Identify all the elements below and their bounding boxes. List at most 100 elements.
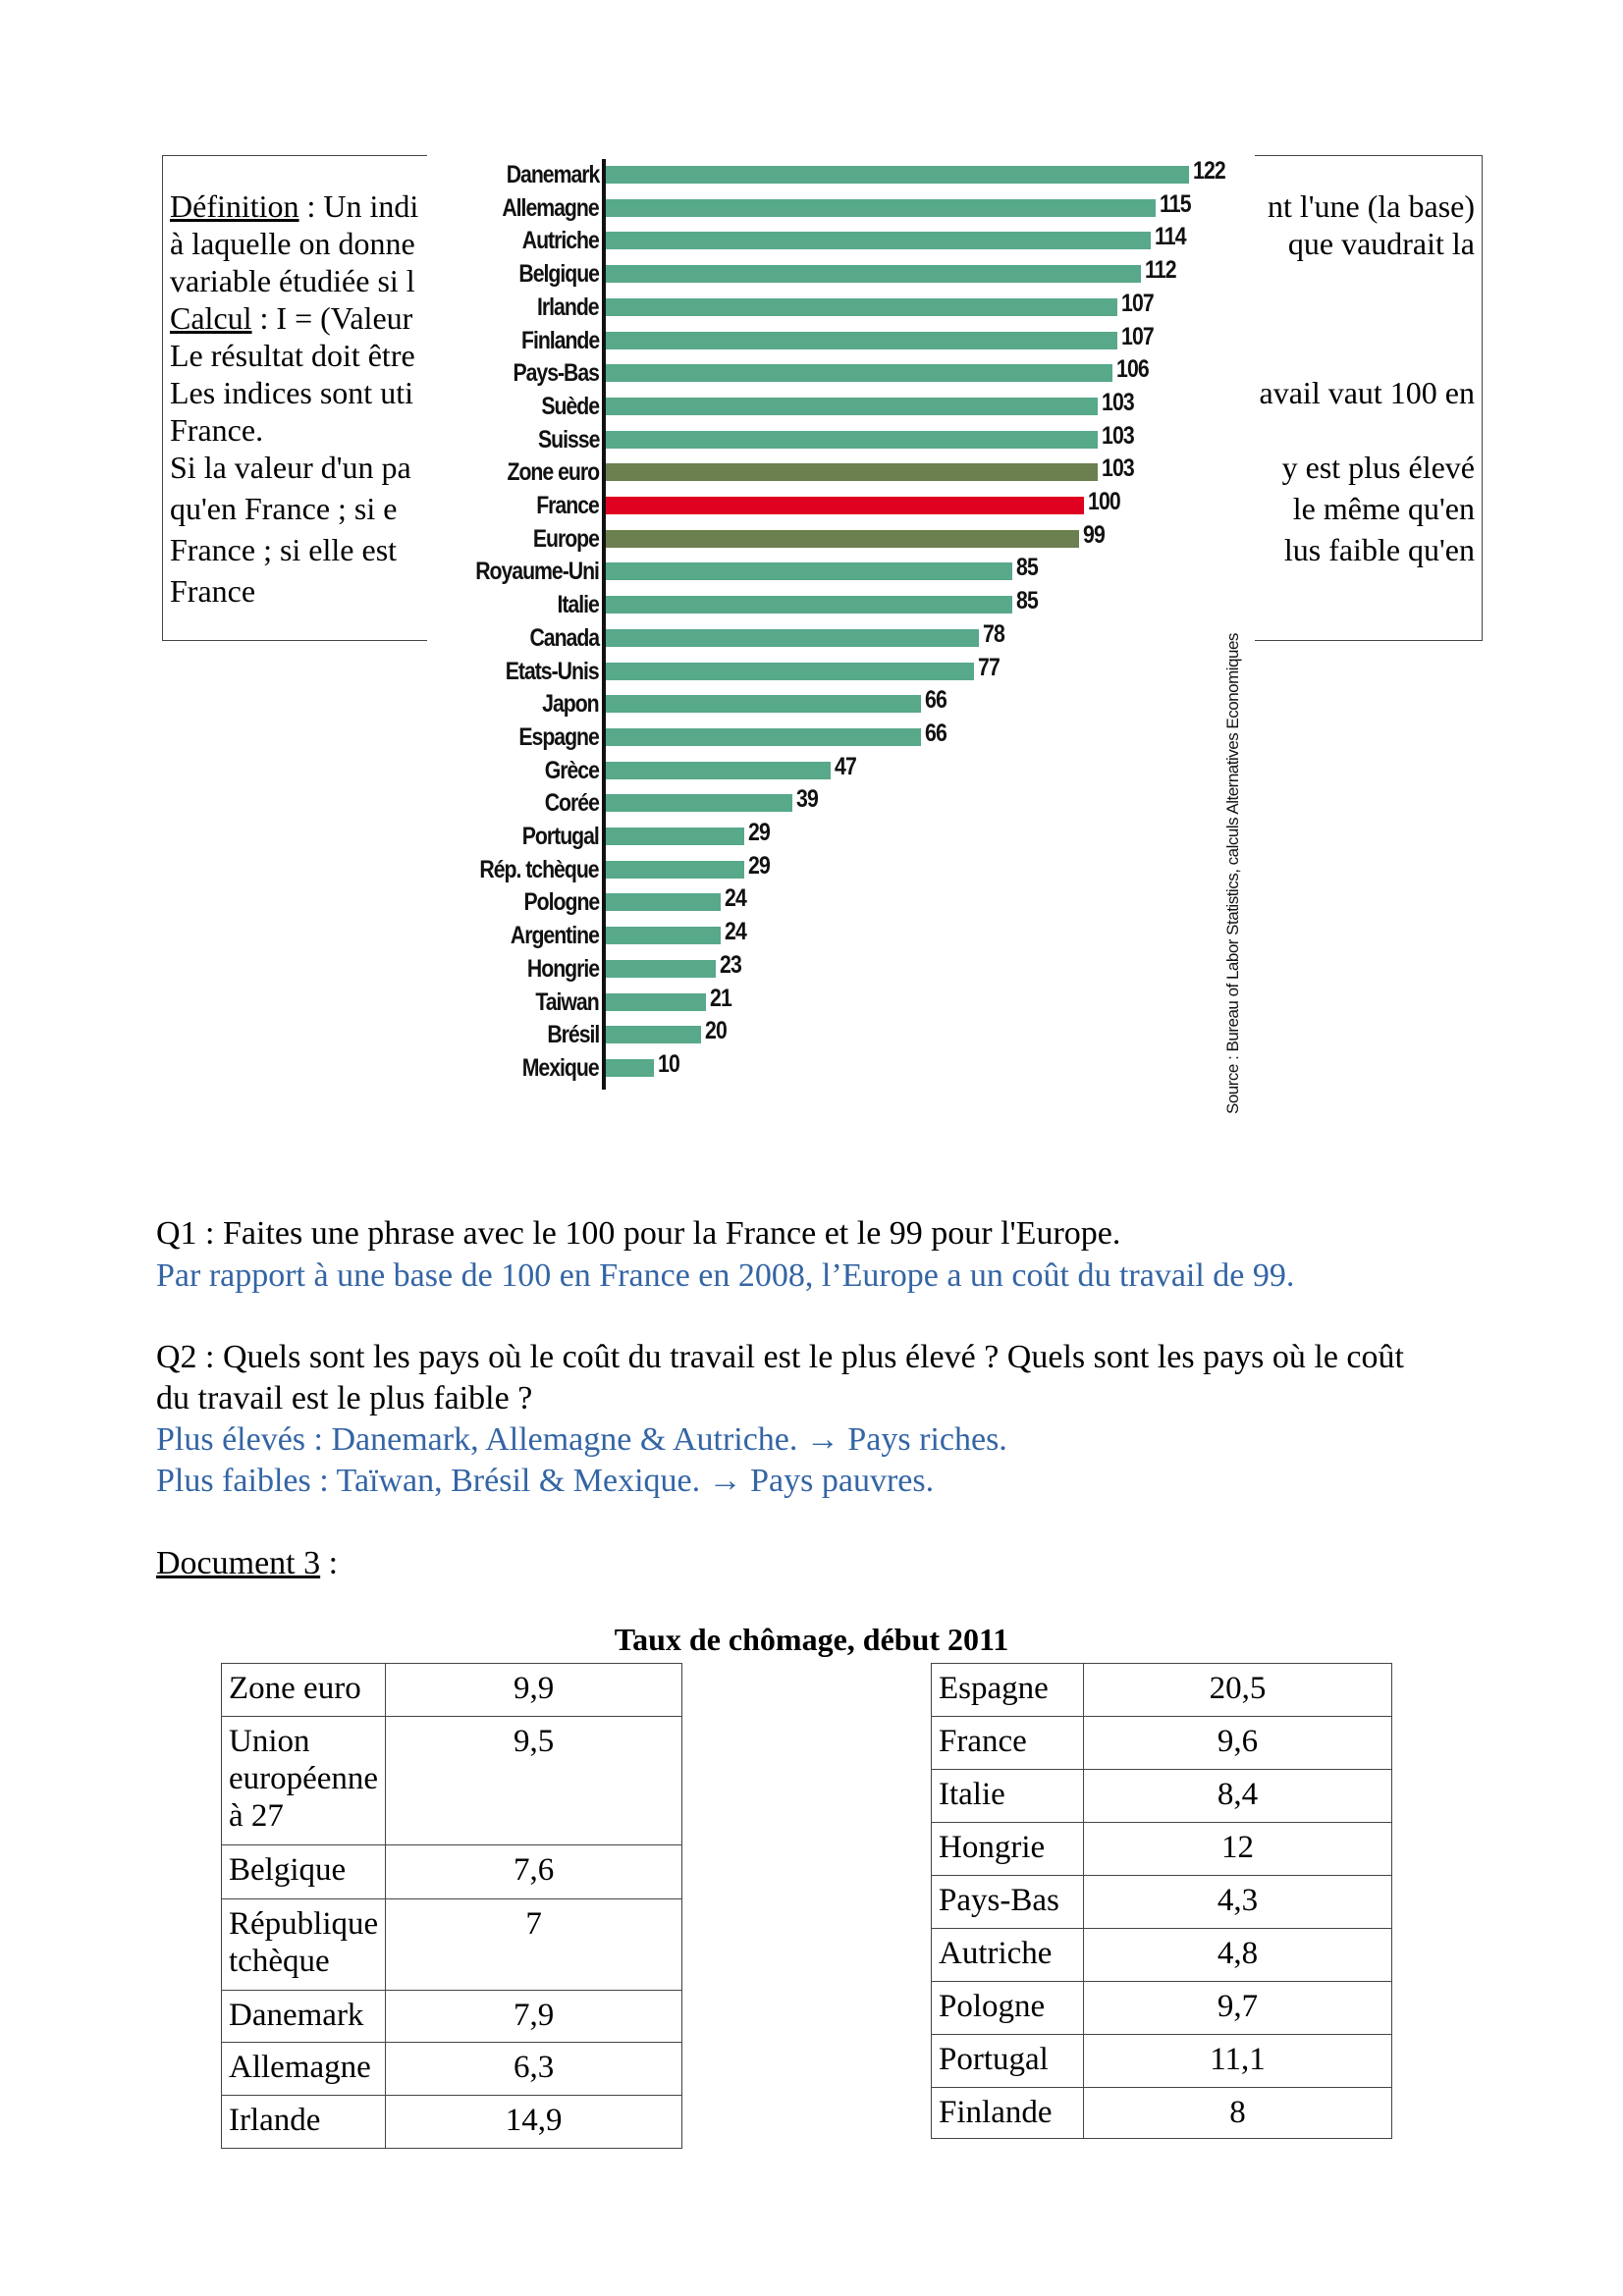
- category-label: Allemagne: [502, 193, 600, 222]
- chart-row: France 100: [427, 488, 1255, 522]
- bar-danemark: [606, 166, 1189, 184]
- category-label: Finlande: [520, 326, 600, 354]
- definition-line: Calcul : I = (Valeur: [170, 299, 412, 337]
- definition-text: : Un indi: [298, 188, 419, 224]
- table-row: Pologne 9,7: [931, 1981, 1392, 2035]
- chart-row: Danemark 122: [427, 157, 1255, 191]
- definition-text: : I = (Valeur: [251, 300, 413, 336]
- rate-cell: 9,9: [385, 1663, 682, 1717]
- bar-finlande: [606, 331, 1117, 349]
- country-name: Pays-Bas: [939, 1883, 1059, 1918]
- country-cell: Belgique: [220, 1844, 387, 1899]
- definition-text: France ; si elle est: [170, 532, 398, 567]
- bar-hongrie: [606, 959, 716, 978]
- value-label: 112: [1145, 256, 1177, 285]
- definition-term: Définition: [170, 188, 299, 224]
- definition-line-right: que vaudrait la: [1287, 226, 1475, 261]
- table-row: Hongrie 12: [931, 1822, 1392, 1876]
- table-row: Allemagne 6,3: [220, 2042, 682, 2096]
- definition-text: France: [170, 573, 256, 609]
- bar-autriche: [606, 232, 1152, 250]
- question-2-line-2: du travail est le plus faible ?: [156, 1380, 533, 1416]
- category-label: Zone euro: [507, 458, 600, 487]
- table-row: Union européenne à 27 9,5: [220, 1716, 682, 1845]
- chart-row: Italie 85: [427, 587, 1255, 621]
- category-label: Suisse: [537, 425, 600, 454]
- category-label: Japon: [542, 690, 600, 719]
- country-cell: Espagne: [931, 1663, 1084, 1717]
- definition-text: Si la valeur d'un pa: [170, 450, 411, 485]
- chart-row: Europe 99: [427, 521, 1255, 556]
- category-label: Europe: [532, 524, 600, 553]
- category-label: Corée: [544, 789, 600, 818]
- chart-row: Autriche 114: [427, 223, 1255, 257]
- country-name: Irlande: [229, 2103, 321, 2138]
- answer-2-line-1: Plus élevés : Danemark, Allemagne & Autr…: [156, 1421, 1007, 1458]
- answer-1: Par rapport à une base de 100 en France …: [156, 1257, 1295, 1294]
- document-3-heading: Document 3 :: [156, 1545, 339, 1581]
- country-cell: Portugal: [931, 2034, 1084, 2088]
- chart-row: Allemagne 115: [427, 190, 1255, 225]
- category-label: Portugal: [521, 823, 600, 850]
- bar-royaume-uni: [606, 562, 1012, 581]
- table-title: Taux de chômage, début 2011: [614, 1622, 1009, 1657]
- definition-text: à laquelle on donne: [170, 226, 415, 261]
- bar-r-p-tch-que: [606, 860, 745, 879]
- value-label: 66: [925, 719, 947, 747]
- value-label: 107: [1120, 322, 1155, 350]
- bar-suisse: [606, 430, 1099, 449]
- table-row: Italie 8,4: [931, 1769, 1392, 1823]
- country-name: Zone euro: [229, 1671, 361, 1706]
- chart-row: Rép. tchèque 29: [427, 852, 1255, 886]
- country-name: Danemark: [229, 1998, 364, 2033]
- category-label: Royaume-Uni: [475, 558, 600, 586]
- country-name: Allemagne: [229, 2050, 371, 2085]
- rate-cell: 7,6: [385, 1844, 682, 1899]
- value-label: 66: [925, 686, 947, 715]
- bar-canada: [606, 628, 979, 647]
- category-label: Mexique: [522, 1053, 600, 1082]
- value-label: 107: [1120, 289, 1155, 317]
- rate-cell: 12: [1083, 1822, 1392, 1876]
- answer-2-line-2: Plus faibles : Taïwan, Brésil & Mexique.…: [156, 1463, 935, 1499]
- value-label: 23: [719, 950, 742, 979]
- chart-row: Grèce 47: [427, 753, 1255, 787]
- country-name: Belgique: [229, 1852, 347, 1888]
- chart-row: Canada 78: [427, 620, 1255, 655]
- unemployment-table-left: Zone euro 9,9 Union européenne à 27 9,5 Belgiq…: [220, 1663, 682, 2149]
- definition-line-right: y est plus élevé: [1281, 450, 1475, 485]
- country-name: Finlande: [939, 2095, 1053, 2130]
- bar-gr-ce: [606, 761, 831, 779]
- category-label: Belgique: [518, 260, 600, 289]
- chart-row: Corée 39: [427, 785, 1255, 820]
- bar-argentine: [606, 927, 721, 945]
- definition-line-right: lus faible qu'en: [1283, 532, 1475, 567]
- chart-row: Taiwan 21: [427, 985, 1255, 1019]
- country-name: Autriche: [939, 1936, 1053, 1971]
- category-label: Rép. tchèque: [479, 855, 600, 883]
- category-label: Irlande: [537, 293, 600, 321]
- chart-row: Royaume-Uni 85: [427, 554, 1255, 588]
- country-cell: Pays-Bas: [931, 1875, 1084, 1929]
- definition-line: qu'en France ; si e: [170, 490, 397, 527]
- bar-cor-e: [606, 794, 792, 813]
- value-label: 115: [1159, 189, 1192, 218]
- category-label: Etats-Unis: [506, 657, 600, 685]
- chart-source: Source : Bureau of Labor Statistics, cal…: [1223, 633, 1242, 1114]
- category-label: Danemark: [506, 161, 600, 188]
- bar-zone-euro: [606, 463, 1099, 482]
- chart-row: Etats-Unis 77: [427, 654, 1255, 688]
- country-cell: Zone euro: [220, 1663, 387, 1717]
- bar-espagne: [606, 727, 922, 746]
- country-name: France: [939, 1724, 1027, 1759]
- definition-text: Les indices sont uti: [170, 375, 413, 410]
- rate-cell: 9,6: [1083, 1716, 1392, 1770]
- table-row: Portugal 11,1: [931, 2034, 1392, 2088]
- table-row: Pays-Bas 4,3: [931, 1875, 1392, 1929]
- category-label: Taiwan: [535, 988, 600, 1016]
- chart-row: Japon 66: [427, 686, 1255, 721]
- category-label: Grèce: [544, 756, 600, 784]
- definition-line: France.: [170, 411, 263, 449]
- bar-mexique: [606, 1058, 654, 1077]
- value-label: 39: [795, 785, 819, 814]
